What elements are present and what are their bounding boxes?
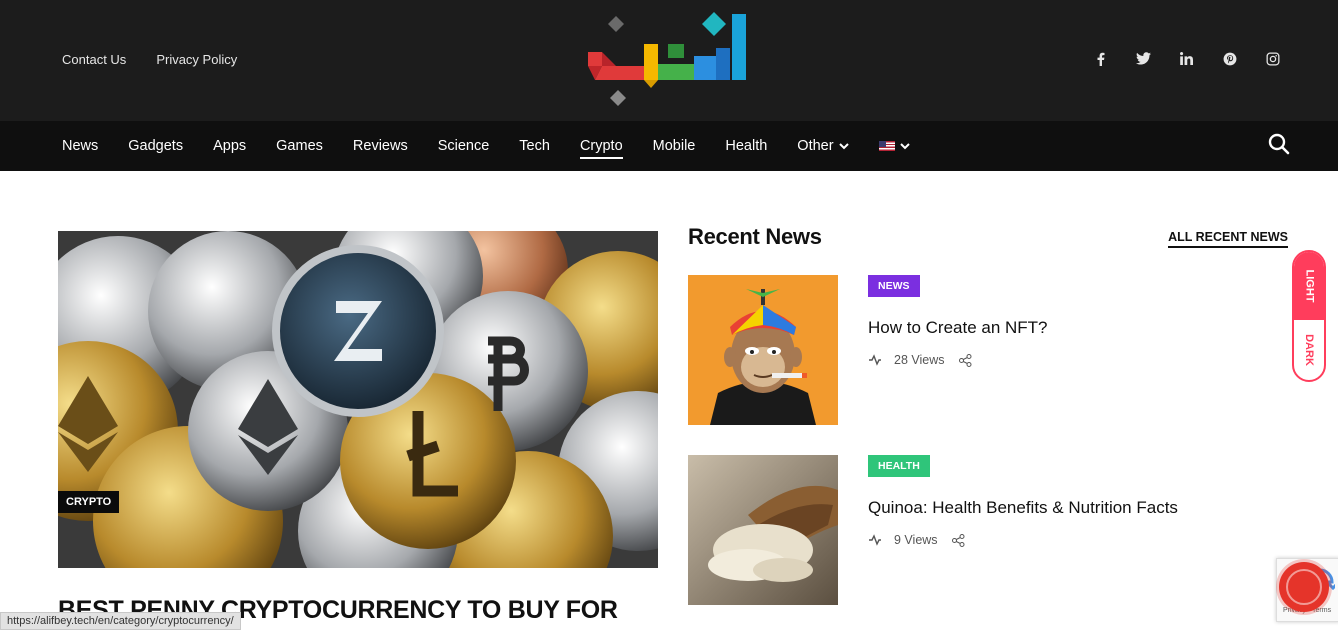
twitter-icon[interactable]	[1134, 49, 1153, 68]
share-icon[interactable]	[958, 353, 972, 367]
nft-article-title[interactable]: How to Create an NFT?	[868, 318, 1048, 338]
all-recent-news-link[interactable]: ALL RECENT NEWS	[1168, 230, 1288, 248]
category-tag[interactable]: CRYPTO	[58, 491, 120, 513]
theme-toggle: LIGHT DARK	[1292, 250, 1326, 382]
nav-item-crypto[interactable]: Crypto	[579, 138, 623, 159]
nav-item-reviews[interactable]: Reviews	[353, 138, 408, 154]
dark-mode-button[interactable]: DARK	[1294, 320, 1324, 380]
quinoa-card-image[interactable]	[688, 455, 838, 605]
privacy-policy-link[interactable]: Privacy Policy	[156, 52, 237, 67]
nav-item-other-label: Other	[797, 138, 834, 154]
share-icon[interactable]	[951, 533, 965, 547]
contact-us-link[interactable]: Contact Us	[62, 52, 126, 67]
view-count: 28 Views	[894, 353, 945, 367]
bell-icon	[1286, 569, 1322, 605]
language-selector[interactable]	[878, 141, 910, 151]
search-icon[interactable]	[1268, 133, 1290, 155]
social-links	[1091, 49, 1282, 68]
nav-item-health[interactable]: Health	[725, 138, 767, 154]
news-badge[interactable]: NEWS	[868, 275, 920, 297]
nav-item-gadgets[interactable]: Gadgets	[128, 138, 183, 154]
nft-card-image[interactable]	[688, 275, 838, 425]
facebook-icon[interactable]	[1091, 49, 1110, 68]
quinoa-article-meta: 9 Views	[868, 533, 965, 547]
activity-icon	[869, 354, 881, 366]
nav-item-tech[interactable]: Tech	[519, 138, 550, 154]
main-nav: News Gadgets Apps Games Reviews Science …	[0, 121, 1338, 171]
nav-item-science[interactable]: Science	[438, 138, 490, 154]
crypto-coins-image	[58, 231, 658, 568]
chevron-down-icon	[838, 142, 849, 149]
chevron-down-icon	[899, 142, 910, 149]
quinoa-article-title[interactable]: Quinoa: Health Benefits & Nutrition Fact…	[868, 498, 1178, 518]
nav-item-news[interactable]: News	[62, 138, 98, 154]
nft-article-meta: 28 Views	[868, 353, 972, 367]
nav-item-games[interactable]: Games	[276, 138, 323, 154]
view-count: 9 Views	[894, 533, 938, 547]
pinterest-icon[interactable]	[1220, 49, 1239, 68]
featured-image[interactable]	[58, 231, 658, 568]
linkedin-icon[interactable]	[1177, 49, 1196, 68]
activity-icon	[869, 534, 881, 546]
top-bar: Contact Us Privacy Policy	[0, 0, 1338, 121]
nav-item-other[interactable]: Other	[797, 138, 849, 154]
top-links: Contact Us Privacy Policy	[62, 52, 237, 67]
dark-label: DARK	[1303, 334, 1315, 366]
light-mode-button[interactable]: LIGHT	[1294, 252, 1324, 320]
ape-illustration	[688, 275, 838, 425]
light-label: LIGHT	[1303, 269, 1315, 303]
notification-bell-button[interactable]	[1279, 562, 1329, 612]
quinoa-photo	[688, 455, 838, 605]
instagram-icon[interactable]	[1263, 49, 1282, 68]
nav-items: News Gadgets Apps Games Reviews Science …	[62, 121, 910, 171]
us-flag-icon	[878, 141, 895, 151]
nav-item-apps[interactable]: Apps	[213, 138, 246, 154]
recent-news-heading: Recent News	[688, 224, 822, 249]
status-bar-url: https://alifbey.tech/en/category/cryptoc…	[0, 612, 241, 630]
site-logo[interactable]	[586, 8, 761, 110]
health-badge[interactable]: HEALTH	[868, 455, 930, 477]
nav-item-mobile[interactable]: Mobile	[653, 138, 696, 154]
